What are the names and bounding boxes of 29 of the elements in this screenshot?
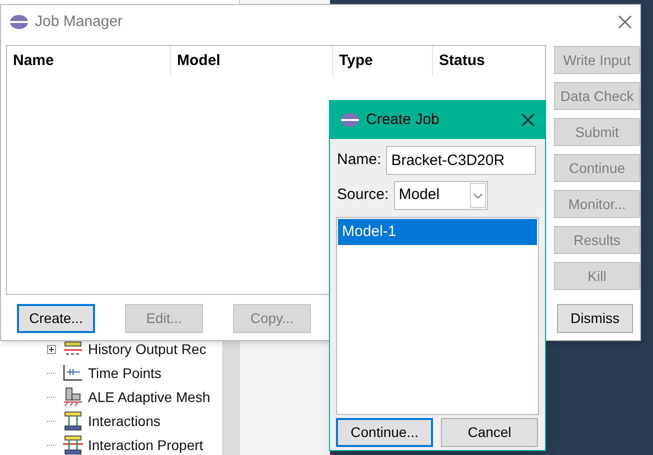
app-logo-icon — [9, 14, 29, 30]
source-dropdown[interactable]: Model — [394, 181, 488, 210]
column-header[interactable]: Status — [433, 46, 545, 76]
name-label: Name: — [337, 150, 382, 170]
close-icon[interactable] — [618, 15, 632, 29]
time-axis-icon — [62, 364, 84, 382]
interaction-icon — [62, 411, 84, 431]
chevron-down-icon — [472, 192, 483, 198]
column-header[interactable]: Model — [171, 46, 333, 76]
dialog-button[interactable]: Continue... — [336, 418, 433, 447]
mesh-block-icon — [62, 387, 84, 407]
dialog-title: Create Job — [366, 110, 440, 130]
dismiss-button[interactable]: Dismiss — [557, 304, 633, 333]
tree-item[interactable]: Time Points — [88, 362, 162, 384]
list-item[interactable]: Model-1 — [338, 219, 537, 245]
tree-item[interactable]: Interactions — [88, 410, 160, 432]
tree-item[interactable]: Interaction Propert — [88, 434, 204, 455]
close-icon[interactable] — [521, 113, 535, 127]
column-header[interactable]: Type — [333, 46, 433, 76]
interaction-property-icon — [62, 435, 84, 455]
dialog-button[interactable]: Create... — [17, 304, 95, 333]
name-input[interactable]: Bracket-C3D20R — [386, 146, 536, 175]
source-label: Source: — [337, 185, 389, 206]
window-title: Job Manager — [35, 12, 124, 32]
tree-item[interactable]: History Output Rec — [88, 338, 206, 360]
app-logo-icon — [340, 112, 360, 128]
tree-item[interactable]: ALE Adaptive Mesh — [88, 386, 210, 408]
dialog-button[interactable]: Cancel — [441, 418, 538, 447]
column-header[interactable]: Name — [7, 46, 171, 76]
